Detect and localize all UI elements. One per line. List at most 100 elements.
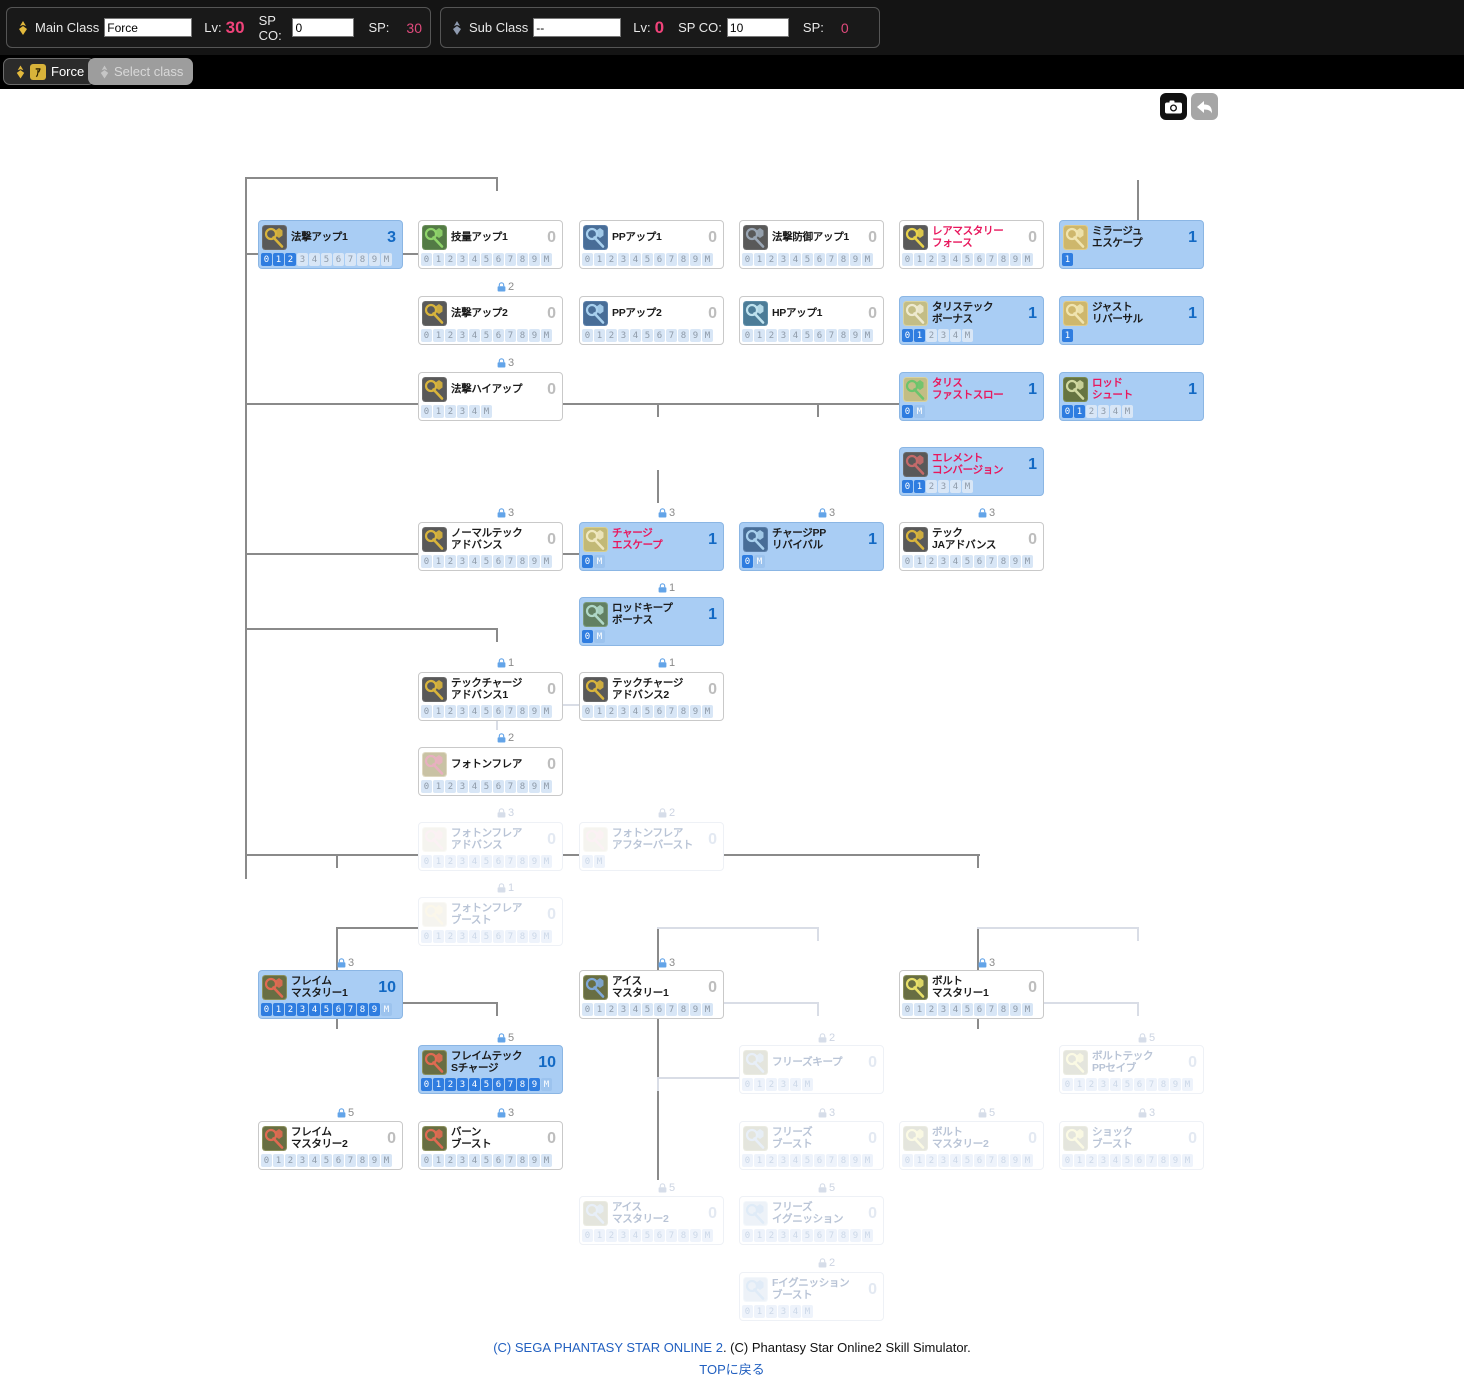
level-cell[interactable]: 7 (345, 1154, 356, 1167)
level-cell[interactable]: 3 (778, 1154, 789, 1167)
level-cell[interactable]: 0 (421, 555, 432, 568)
level-cell[interactable]: 6 (1134, 1078, 1145, 1091)
level-cell[interactable]: 2 (445, 705, 456, 718)
level-cell[interactable]: 1 (754, 1305, 765, 1318)
level-cell[interactable]: M (541, 1154, 552, 1167)
level-cell[interactable]: 4 (790, 253, 801, 266)
level-cell[interactable]: 4 (309, 1154, 320, 1167)
level-cell[interactable]: 1 (594, 329, 605, 342)
skill-node[interactable]: ボルト マスタリー2 0 0 1 2 3 4 5 6 7 8 9 M (899, 1121, 1044, 1170)
skill-level-bar[interactable]: 0M (900, 404, 1043, 420)
level-cell[interactable]: 4 (309, 253, 320, 266)
level-cell[interactable]: 0 (902, 405, 913, 418)
level-cell[interactable]: 7 (345, 253, 356, 266)
level-cell[interactable]: 3 (778, 329, 789, 342)
level-cell[interactable]: 1 (914, 1154, 925, 1167)
level-cell[interactable]: 7 (505, 780, 516, 793)
skill-node[interactable]: ショック ブースト 0 0 1 2 3 4 5 6 7 8 9 M (1059, 1121, 1204, 1170)
level-cell[interactable]: 5 (321, 253, 332, 266)
skill-node[interactable]: ロッドキープ ボーナス 1 0 M (579, 597, 724, 646)
level-cell[interactable]: 7 (666, 1003, 677, 1016)
level-cell[interactable]: 0 (582, 855, 593, 868)
level-cell[interactable]: 9 (1010, 1154, 1021, 1167)
level-cell[interactable]: 5 (321, 1003, 332, 1016)
level-cell[interactable]: 4 (469, 705, 480, 718)
level-cell[interactable]: 1 (754, 329, 765, 342)
skill-level-bar[interactable]: 0123456789M (580, 328, 723, 344)
level-cell[interactable]: 3 (297, 1154, 308, 1167)
level-cell[interactable]: 4 (790, 1154, 801, 1167)
level-cell[interactable]: 8 (678, 253, 689, 266)
skill-level-bar[interactable]: 0123456789M (419, 1153, 562, 1169)
level-cell[interactable]: 7 (826, 253, 837, 266)
level-cell[interactable]: M (541, 705, 552, 718)
level-cell[interactable]: 8 (678, 1003, 689, 1016)
level-cell[interactable]: M (541, 253, 552, 266)
skill-level-bar[interactable]: 01234M (740, 1077, 883, 1093)
level-cell[interactable]: 2 (285, 1003, 296, 1016)
level-cell[interactable]: 9 (850, 253, 861, 266)
skill-node[interactable]: タリス ファストスロー 1 0 M (899, 372, 1044, 421)
skill-level-bar[interactable]: 0123456789M (419, 328, 562, 344)
level-cell[interactable]: 9 (529, 1078, 540, 1091)
level-cell[interactable]: 1 (754, 253, 765, 266)
skill-level-bar[interactable]: 01234M (900, 479, 1043, 495)
level-cell[interactable]: 3 (618, 1003, 629, 1016)
level-cell[interactable]: 4 (950, 1003, 961, 1016)
level-cell[interactable]: 9 (850, 1229, 861, 1242)
level-cell[interactable]: 7 (505, 329, 516, 342)
skill-level-bar[interactable]: 0123456789M (259, 252, 402, 268)
level-cell[interactable]: 7 (826, 1154, 837, 1167)
tab-force[interactable]: ｱ Force (3, 58, 96, 85)
level-cell[interactable]: 9 (529, 705, 540, 718)
level-cell[interactable]: M (381, 1154, 392, 1167)
level-cell[interactable]: 1 (914, 480, 925, 493)
skill-node[interactable]: フリーズ イグニッション 0 0 1 2 3 4 5 6 7 8 9 M (739, 1196, 884, 1245)
level-cell[interactable]: 4 (630, 329, 641, 342)
level-cell[interactable]: 5 (642, 253, 653, 266)
level-cell[interactable]: 1 (433, 1154, 444, 1167)
level-cell[interactable]: M (594, 855, 605, 868)
level-cell[interactable]: 8 (1158, 1154, 1169, 1167)
skill-node[interactable]: ジャスト リバーサル 1 1 (1059, 296, 1204, 345)
level-cell[interactable]: 3 (457, 253, 468, 266)
level-cell[interactable]: M (962, 480, 973, 493)
level-cell[interactable]: M (862, 329, 873, 342)
sub-class-input[interactable] (533, 18, 622, 37)
level-cell[interactable]: 2 (926, 1154, 937, 1167)
level-cell[interactable]: 0 (421, 1154, 432, 1167)
skill-level-bar[interactable]: 0M (580, 629, 723, 645)
level-cell[interactable]: 6 (1134, 1154, 1145, 1167)
level-cell[interactable]: 1 (273, 1003, 284, 1016)
level-cell[interactable]: 1 (433, 705, 444, 718)
level-cell[interactable]: 3 (1098, 1154, 1109, 1167)
skill-level-bar[interactable]: 1 (1060, 328, 1203, 344)
level-cell[interactable]: 9 (690, 705, 701, 718)
skill-level-bar[interactable]: 0123456789M (419, 929, 562, 945)
skill-node[interactable]: ノーマルテック アドバンス 0 0 1 2 3 4 5 6 7 8 9 M (418, 522, 563, 571)
level-cell[interactable]: 6 (974, 555, 985, 568)
level-cell[interactable]: 0 (902, 1154, 913, 1167)
level-cell[interactable]: M (381, 1003, 392, 1016)
level-cell[interactable]: 0 (421, 855, 432, 868)
level-cell[interactable]: 5 (802, 253, 813, 266)
level-cell[interactable]: 5 (481, 253, 492, 266)
level-cell[interactable]: 4 (469, 329, 480, 342)
level-cell[interactable]: 9 (850, 329, 861, 342)
level-cell[interactable]: 5 (962, 555, 973, 568)
level-cell[interactable]: 3 (938, 329, 949, 342)
level-cell[interactable]: 6 (333, 1003, 344, 1016)
level-cell[interactable]: M (914, 405, 925, 418)
level-cell[interactable]: 0 (902, 480, 913, 493)
level-cell[interactable]: 4 (469, 405, 480, 418)
level-cell[interactable]: 0 (1062, 405, 1073, 418)
level-cell[interactable]: M (541, 1078, 552, 1091)
level-cell[interactable]: 7 (505, 705, 516, 718)
level-cell[interactable]: 2 (445, 855, 456, 868)
level-cell[interactable]: 9 (1010, 253, 1021, 266)
level-cell[interactable]: 6 (654, 329, 665, 342)
level-cell[interactable]: 3 (457, 855, 468, 868)
level-cell[interactable]: 8 (998, 1003, 1009, 1016)
level-cell[interactable]: 7 (826, 329, 837, 342)
level-cell[interactable]: 9 (529, 253, 540, 266)
